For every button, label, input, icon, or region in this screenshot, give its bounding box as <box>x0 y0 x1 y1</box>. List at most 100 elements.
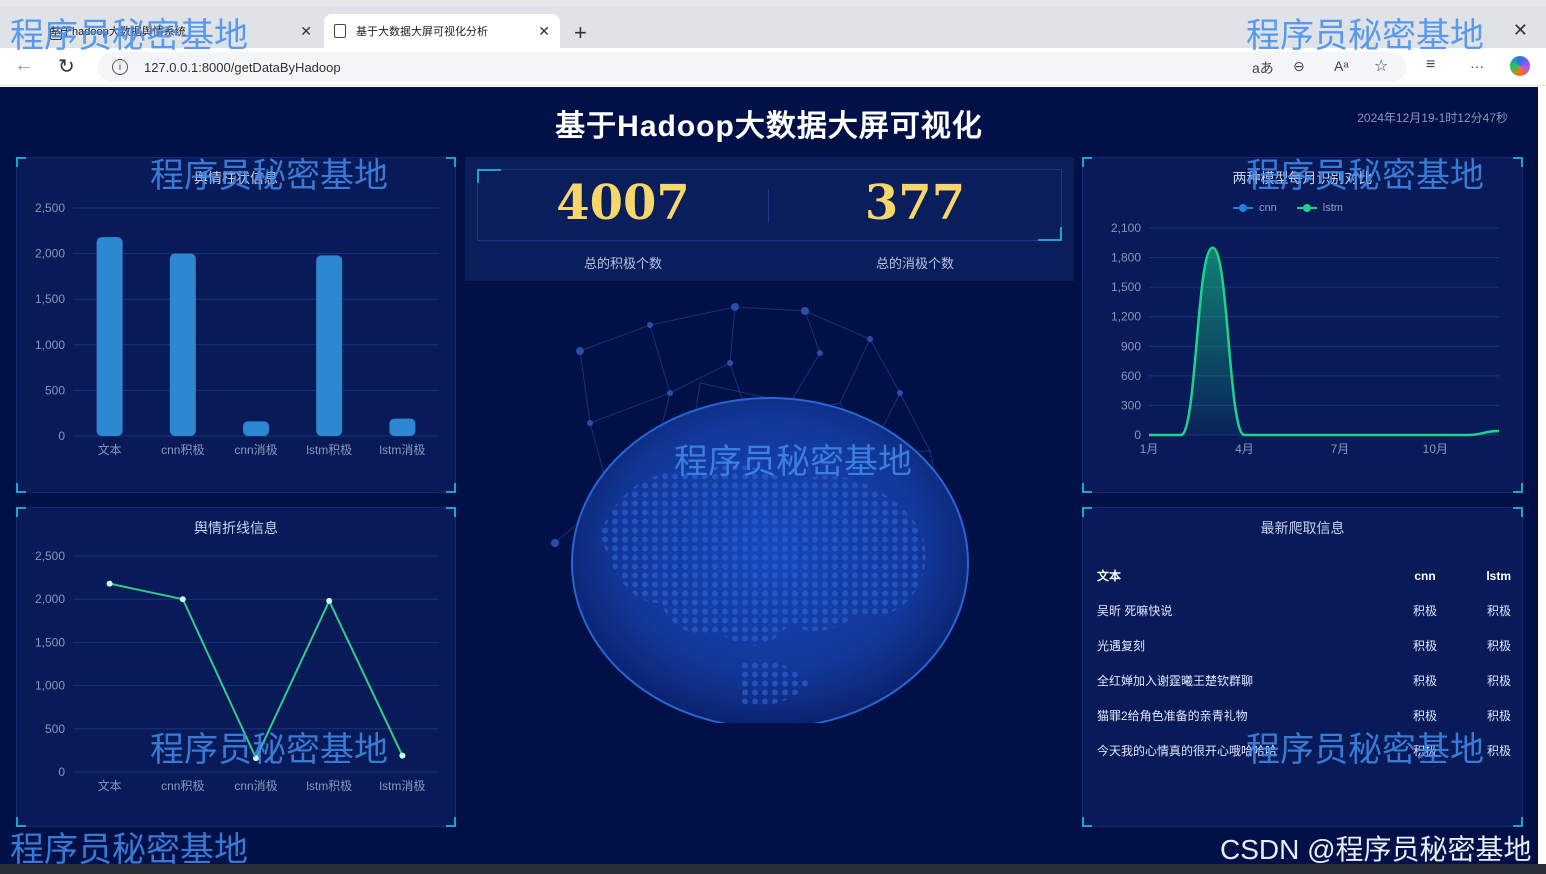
y-tick-label: 2,500 <box>35 549 65 563</box>
data-point <box>179 596 186 603</box>
zoom-icon[interactable]: ⊖ <box>1293 58 1305 75</box>
x-tick-label: cnn消极 <box>234 779 277 793</box>
y-tick-label: 0 <box>1134 428 1141 442</box>
new-tab-button[interactable]: + <box>574 20 587 46</box>
y-tick-label: 1,000 <box>35 679 65 693</box>
tab-label: 基于大数据大屏可视化分析 <box>356 26 488 38</box>
y-tick-label: 500 <box>45 383 65 397</box>
x-tick-label: 文本 <box>98 778 122 793</box>
kpi-panel: 4007 377 总的积极个数 总的消极个数 <box>465 157 1074 281</box>
table-cell-lstm: 积极 <box>1486 709 1511 723</box>
read-aloud-icon[interactable]: Aᵃ <box>1334 58 1349 74</box>
table-row: 光遇复刻 积极 积极 <box>1097 628 1511 663</box>
y-tick-label: 0 <box>58 765 65 779</box>
x-tick-label: lstm消极 <box>379 443 425 457</box>
favorites-icon[interactable]: ≡ <box>1426 56 1435 74</box>
y-tick-label: 1,000 <box>35 338 65 352</box>
table-cell-lstm: 积极 <box>1486 744 1511 758</box>
tab-label: 基于hadoop大数据舆情系统 <box>50 26 186 38</box>
y-tick-label: 2,000 <box>35 592 65 606</box>
latest-info-table: 文本 cnn lstm 吴昕 死嘛快说 积极 积极 光遇复刻 积极 积极 全红婵… <box>1097 558 1511 768</box>
kpi-positive-label: 总的积极个数 <box>583 256 662 271</box>
table-header-row: 文本 cnn lstm <box>1097 558 1511 593</box>
data-point <box>326 597 333 604</box>
y-tick-label: 2,500 <box>35 201 65 215</box>
series-line <box>109 582 404 761</box>
more-menu-icon[interactable]: ··· <box>1470 58 1484 74</box>
kpi-negative-value: 377 <box>864 175 966 231</box>
latest-info-panel: 最新爬取信息 文本 cnn lstm 吴昕 死嘛快说 积极 积极 光遇复刻 积极… <box>1082 507 1523 827</box>
table-cell-text: 今天我的心情真的很开心哦哈哈哈 <box>1097 744 1278 758</box>
table-cell-text: 全红婵加入谢霆曦王楚钦群聊 <box>1097 674 1254 688</box>
y-tick-label: 1,500 <box>1111 280 1141 294</box>
data-point <box>106 580 113 587</box>
favorite-star-icon[interactable]: ☆ <box>1374 56 1388 76</box>
x-tick-label: lstm消极 <box>379 779 425 793</box>
table-header-text: 文本 <box>1097 569 1122 583</box>
table-cell-cnn: 积极 <box>1412 744 1437 758</box>
tab-hadoop-system[interactable]: 基于hadoop大数据舆情系统 ✕ <box>40 14 322 48</box>
back-button[interactable]: ← <box>14 54 34 77</box>
y-tick-label: 1,800 <box>1111 251 1141 265</box>
table-header-cnn: cnn <box>1414 568 1436 583</box>
y-tick-label: 900 <box>1121 339 1141 353</box>
address-bar[interactable]: i 127.0.0.1:8000/getDataByHadoop <box>98 52 1406 82</box>
table-cell-cnn: 积极 <box>1412 639 1437 653</box>
x-tick-label: 7月 <box>1331 442 1350 456</box>
reload-button[interactable]: ↻ <box>58 54 75 79</box>
x-tick-label: lstm积极 <box>306 443 352 457</box>
bar <box>243 421 269 436</box>
table-row: 全红婵加入谢霆曦王楚钦群聊 积极 积极 <box>1097 663 1511 698</box>
bar <box>169 253 196 436</box>
data-point <box>399 752 406 759</box>
tab-dashboard[interactable]: 基于大数据大屏可视化分析 ✕ <box>324 14 560 48</box>
kpi-negative-label: 总的消极个数 <box>875 256 954 271</box>
dashboard: 基于Hadoop大数据大屏可视化 2024年12月19-1时12分47秒 舆情柱… <box>0 87 1538 864</box>
x-tick-label: 1月 <box>1140 442 1159 456</box>
close-icon[interactable]: ✕ <box>538 23 550 40</box>
translate-icon[interactable]: aあ <box>1252 58 1274 78</box>
close-icon[interactable]: ✕ <box>300 23 312 40</box>
x-tick-label: 10月 <box>1423 442 1448 456</box>
y-tick-label: 0 <box>58 429 65 443</box>
area-chart-panel: 两种模型每月识别对比 cnn lstm 0 300 600 900 1,200 1,500… <box>1082 157 1523 493</box>
bar-chart: 0 500 1,000 1,500 2,000 2,500 文本 cnn积极 cnn消极 lstm… <box>35 201 439 457</box>
table-cell-lstm: 积极 <box>1486 639 1511 653</box>
table-row: 今天我的心情真的很开心哦哈哈哈 积极 积极 <box>1097 733 1511 768</box>
url-text: 127.0.0.1:8000/getDataByHadoop <box>144 59 341 75</box>
browser-toolbar: ← ↻ i 127.0.0.1:8000/getDataByHadoop aあ … <box>0 48 1546 86</box>
area-chart: 0 300 600 900 1,200 1,500 1,800 2,100 1月 4月 7月 10月 <box>1111 221 1500 456</box>
table-header-lstm: lstm <box>1486 568 1511 583</box>
table-cell-cnn: 积极 <box>1412 709 1437 723</box>
globe-graphic <box>551 303 969 723</box>
y-tick-label: 600 <box>1121 369 1141 383</box>
y-tick-label: 1,500 <box>35 635 65 649</box>
copilot-icon[interactable] <box>1510 56 1530 76</box>
bar <box>389 418 416 436</box>
page-title: 基于Hadoop大数据大屏可视化 <box>555 110 983 143</box>
table-row: 猫罪2给角色准备的亲青礼物 积极 积极 <box>1097 698 1511 733</box>
y-tick-label: 2,000 <box>35 247 65 261</box>
table-cell-cnn: 积极 <box>1412 604 1437 618</box>
kpi-divider <box>768 189 769 223</box>
bar <box>96 237 123 436</box>
x-tick-label: 4月 <box>1235 442 1254 456</box>
document-icon <box>334 24 346 38</box>
info-icon[interactable]: i <box>112 59 128 75</box>
kpi-positive-value: 4007 <box>556 175 690 231</box>
bar <box>316 255 343 436</box>
y-tick-label: 300 <box>1121 398 1141 412</box>
x-tick-label: cnn积极 <box>161 443 204 457</box>
y-tick-label: 1,200 <box>1111 310 1141 324</box>
table-cell-text: 吴昕 死嘛快说 <box>1097 604 1173 618</box>
line-chart-panel: 舆情折线信息 0 500 1,000 1,500 2,000 2,500 文本 cnn积极 cn… <box>16 507 456 827</box>
y-tick-label: 500 <box>45 722 65 736</box>
y-tick-label: 1,500 <box>35 292 65 306</box>
x-tick-label: cnn积极 <box>161 779 204 793</box>
table-cell-lstm: 积极 <box>1486 604 1511 618</box>
table-cell-text: 光遇复刻 <box>1097 639 1146 653</box>
data-point <box>253 755 259 762</box>
x-tick-label: lstm积极 <box>306 779 352 793</box>
window-close-button[interactable]: ✕ <box>1513 20 1528 41</box>
browser-tab-bar: 基于hadoop大数据舆情系统 ✕ 基于大数据大屏可视化分析 ✕ + ✕ <box>0 6 1546 48</box>
